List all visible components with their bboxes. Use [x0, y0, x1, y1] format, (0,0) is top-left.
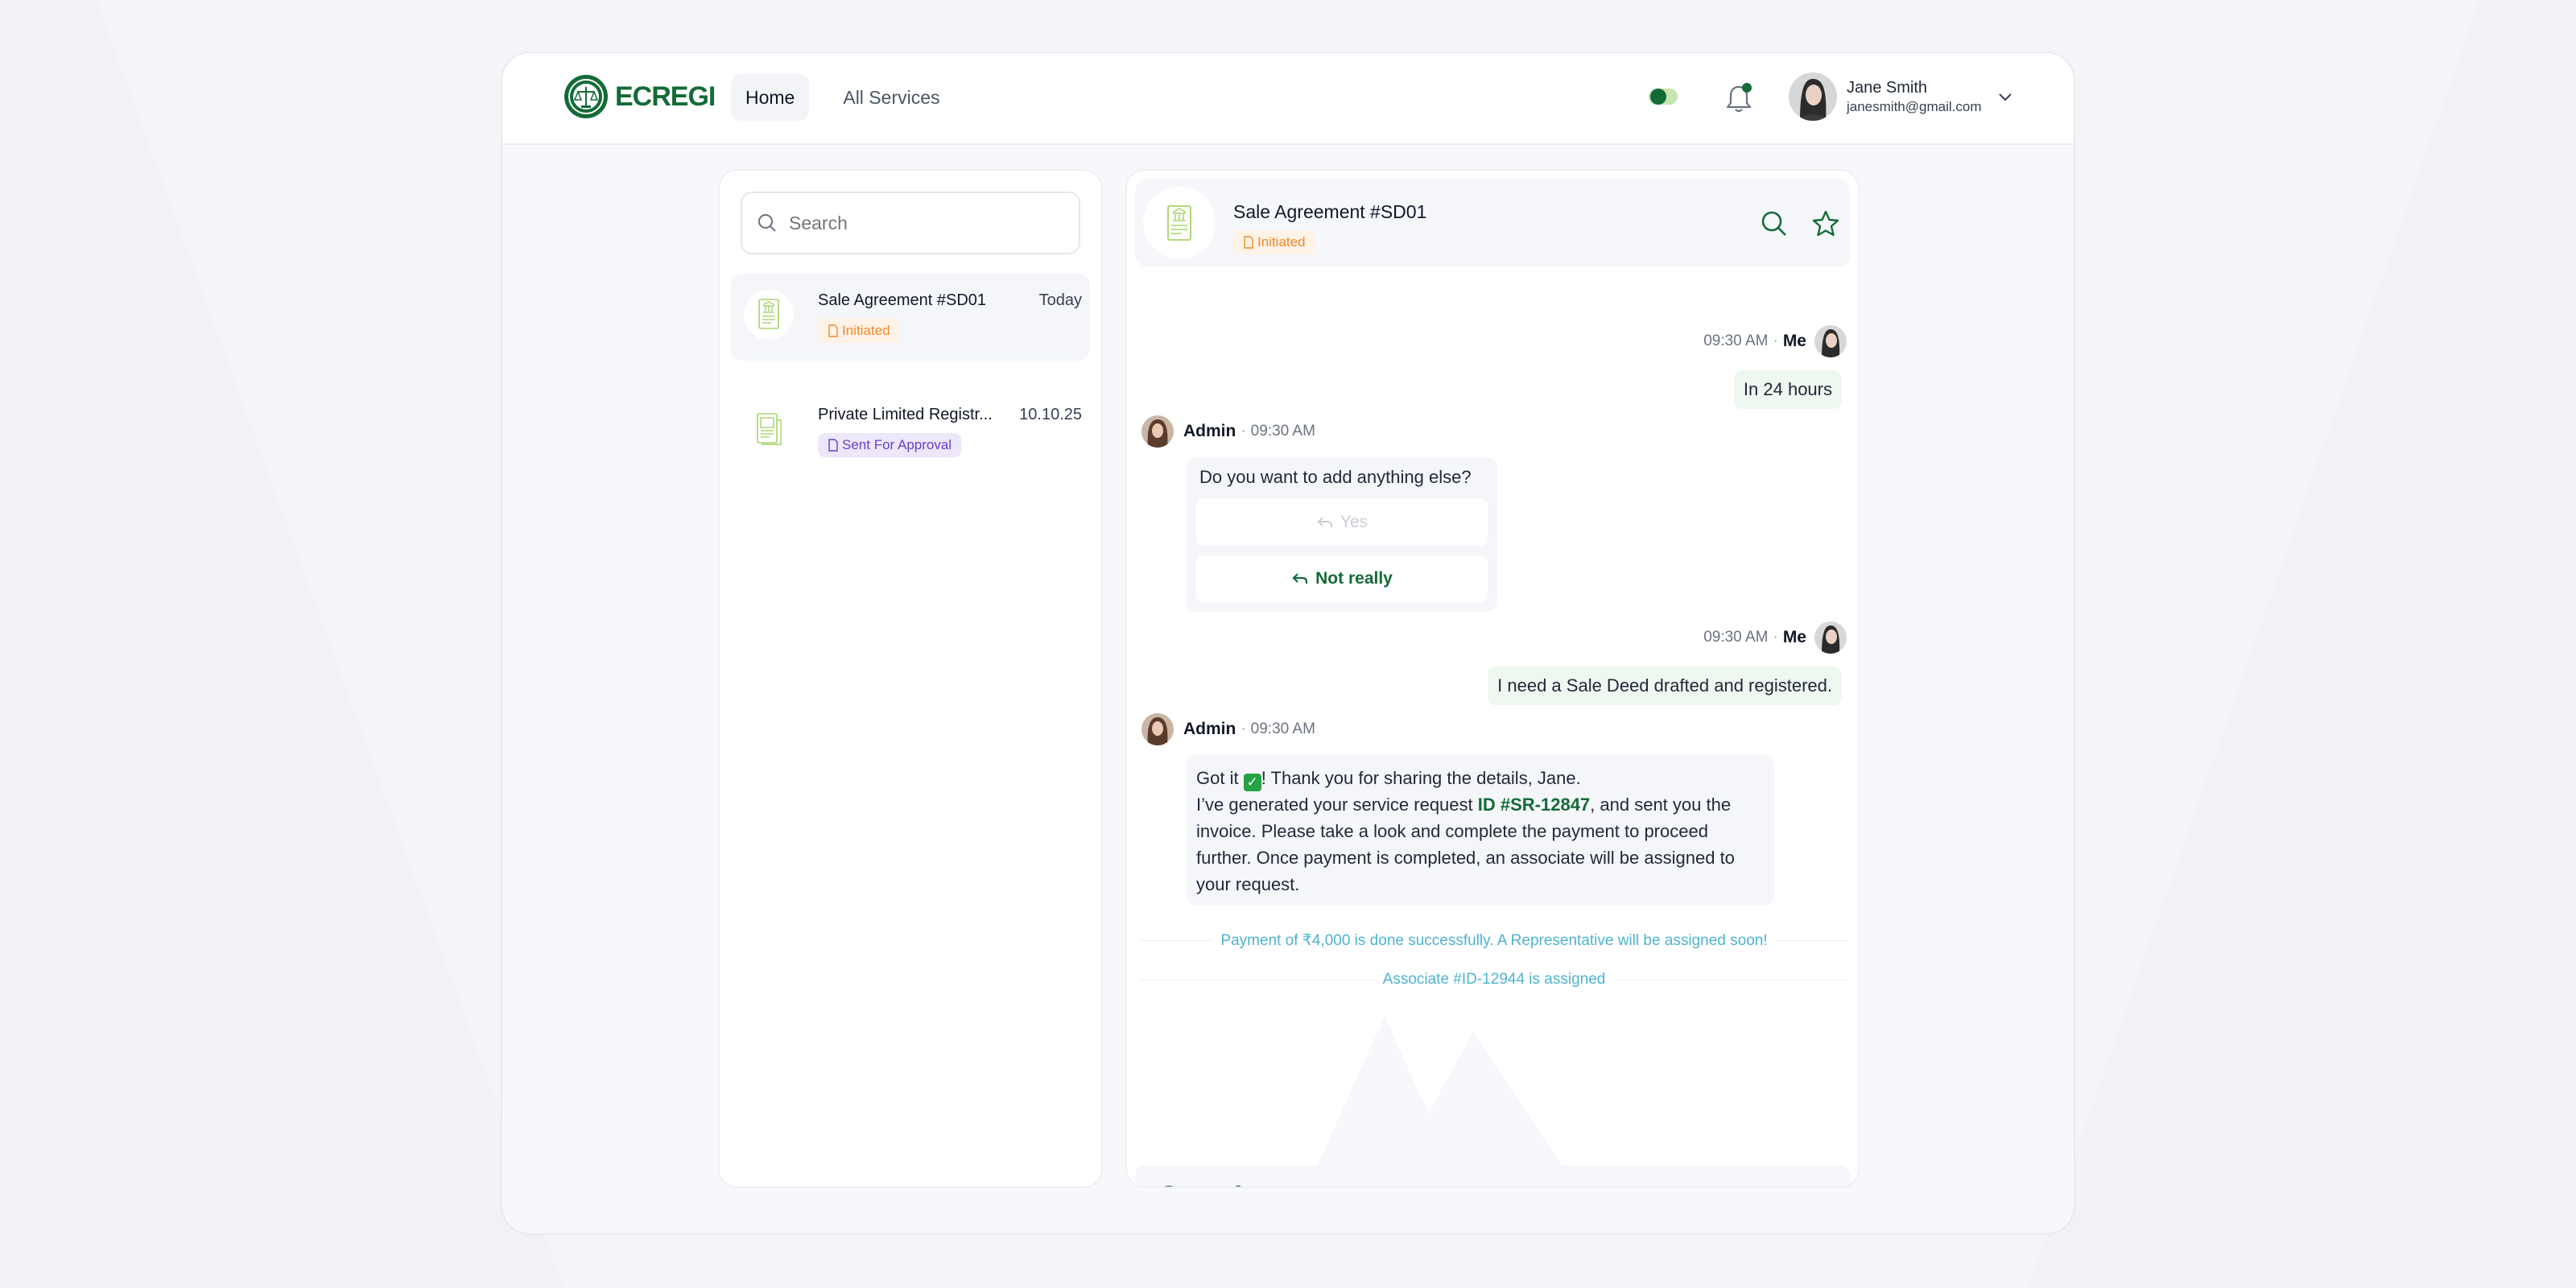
document-icon	[1244, 236, 1253, 249]
message-meta: 09:30 AM · Me	[1703, 621, 1847, 654]
logo[interactable]: ECREGI	[564, 74, 716, 119]
document-icon	[744, 404, 794, 454]
user-email: janesmith@gmail.com	[1847, 98, 1982, 114]
emoji-icon[interactable]	[1154, 1183, 1183, 1188]
status-badge: Initiated	[818, 319, 900, 343]
nav-home[interactable]: Home	[731, 74, 810, 121]
top-bar: ECREGI Home All Services Jane Smith jane…	[502, 53, 2074, 145]
avatar	[1789, 72, 1837, 121]
search-input[interactable]	[789, 212, 1063, 234]
checkmark-icon: ✓	[1243, 774, 1261, 791]
message-text: Do you want to add anything else?	[1199, 467, 1472, 487]
bell-icon[interactable]	[1724, 82, 1753, 114]
conversation-list-panel: Sale Agreement #SD01 Today Initiated Pri…	[718, 169, 1103, 1188]
message-bubble: Do you want to add anything else? Yes No…	[1187, 457, 1497, 612]
toggle-icon[interactable]	[1649, 87, 1678, 106]
conversation-title: Sale Agreement #SD01	[818, 291, 987, 309]
document-icon	[744, 290, 794, 340]
option-label: Not really	[1315, 569, 1393, 588]
message-meta: Admin · 09:30 AM	[1141, 415, 1315, 448]
status-label: Initiated	[1257, 234, 1306, 250]
message-time: 09:30 AM	[1250, 720, 1315, 737]
background-decoration	[1312, 1016, 1570, 1177]
message-text: Got it ✓! Thank you for sharing the deta…	[1196, 768, 1735, 894]
brand-name: ECREGI	[615, 80, 716, 112]
search-box[interactable]	[741, 192, 1080, 254]
search-icon[interactable]	[1760, 209, 1789, 238]
message-input[interactable]	[1275, 1180, 1823, 1187]
message-meta: 09:30 AM · Me	[1703, 325, 1847, 357]
status-label: Sent For Approval	[842, 437, 952, 452]
reply-icon	[1292, 573, 1308, 584]
avatar	[1814, 325, 1847, 357]
conversation-date: 10.10.25	[1019, 406, 1082, 423]
conversation-date: Today	[1038, 291, 1082, 309]
status-label: Initiated	[842, 323, 890, 338]
nav-all-services[interactable]: All Services	[828, 74, 954, 121]
conversation-item[interactable]: Private Limited Registr... 10.10.25 Sent…	[731, 388, 1090, 475]
system-message: Payment of ₹4,000 is done successfully. …	[1140, 931, 1849, 950]
user-name: Jane Smith	[1847, 78, 1928, 97]
document-icon	[828, 324, 838, 337]
system-text: Payment of ₹4,000 is done successfully. …	[1220, 931, 1768, 949]
message-time: 09:30 AM	[1250, 423, 1315, 440]
conversation-item[interactable]: Sale Agreement #SD01 Today Initiated	[731, 274, 1090, 361]
search-icon	[758, 214, 776, 232]
user-menu[interactable]: Jane Smith janesmith@gmail.com	[1789, 72, 2015, 121]
message-bubble: In 24 hours	[1733, 370, 1842, 409]
paperclip-icon[interactable]	[1219, 1183, 1248, 1188]
option-label: Yes	[1340, 513, 1368, 531]
message-bubble: I need a Sale Deed drafted and registere…	[1488, 667, 1842, 705]
service-request-id: ID #SR-12847	[1477, 795, 1591, 815]
chat-panel: Sale Agreement #SD01 Initiated 09:30 AM …	[1125, 169, 1860, 1188]
app-window: ECREGI Home All Services Jane Smith jane…	[501, 52, 2075, 1235]
message-time: 09:30 AM	[1703, 332, 1769, 349]
conversation-title: Private Limited Registr...	[818, 406, 993, 423]
status-badge: Sent For Approval	[818, 433, 962, 457]
avatar	[1141, 415, 1174, 448]
message-sender: Admin	[1183, 720, 1236, 738]
main-nav: Home All Services	[731, 74, 955, 121]
message-meta: Admin · 09:30 AM	[1141, 713, 1315, 745]
message-bubble: Got it ✓! Thank you for sharing the deta…	[1187, 755, 1774, 905]
status-badge: Initiated	[1233, 230, 1315, 254]
document-icon	[1143, 187, 1216, 259]
reply-option-not-really[interactable]: Not really	[1196, 555, 1488, 602]
avatar	[1141, 713, 1174, 745]
message-sender: Me	[1782, 628, 1806, 646]
document-icon	[828, 439, 838, 452]
reply-icon	[1317, 517, 1332, 527]
chat-title: Sale Agreement #SD01	[1233, 201, 1427, 222]
chat-header: Sale Agreement #SD01 Initiated	[1135, 179, 1850, 267]
chevron-down-icon[interactable]	[1996, 87, 2015, 106]
message-sender: Admin	[1183, 422, 1236, 440]
star-icon[interactable]	[1811, 209, 1840, 238]
message-composer	[1135, 1166, 1850, 1188]
message-time: 09:30 AM	[1703, 629, 1769, 646]
message-sender: Me	[1782, 332, 1806, 350]
avatar	[1814, 621, 1847, 654]
reply-option-yes: Yes	[1196, 499, 1488, 546]
emblem-icon	[564, 75, 608, 118]
